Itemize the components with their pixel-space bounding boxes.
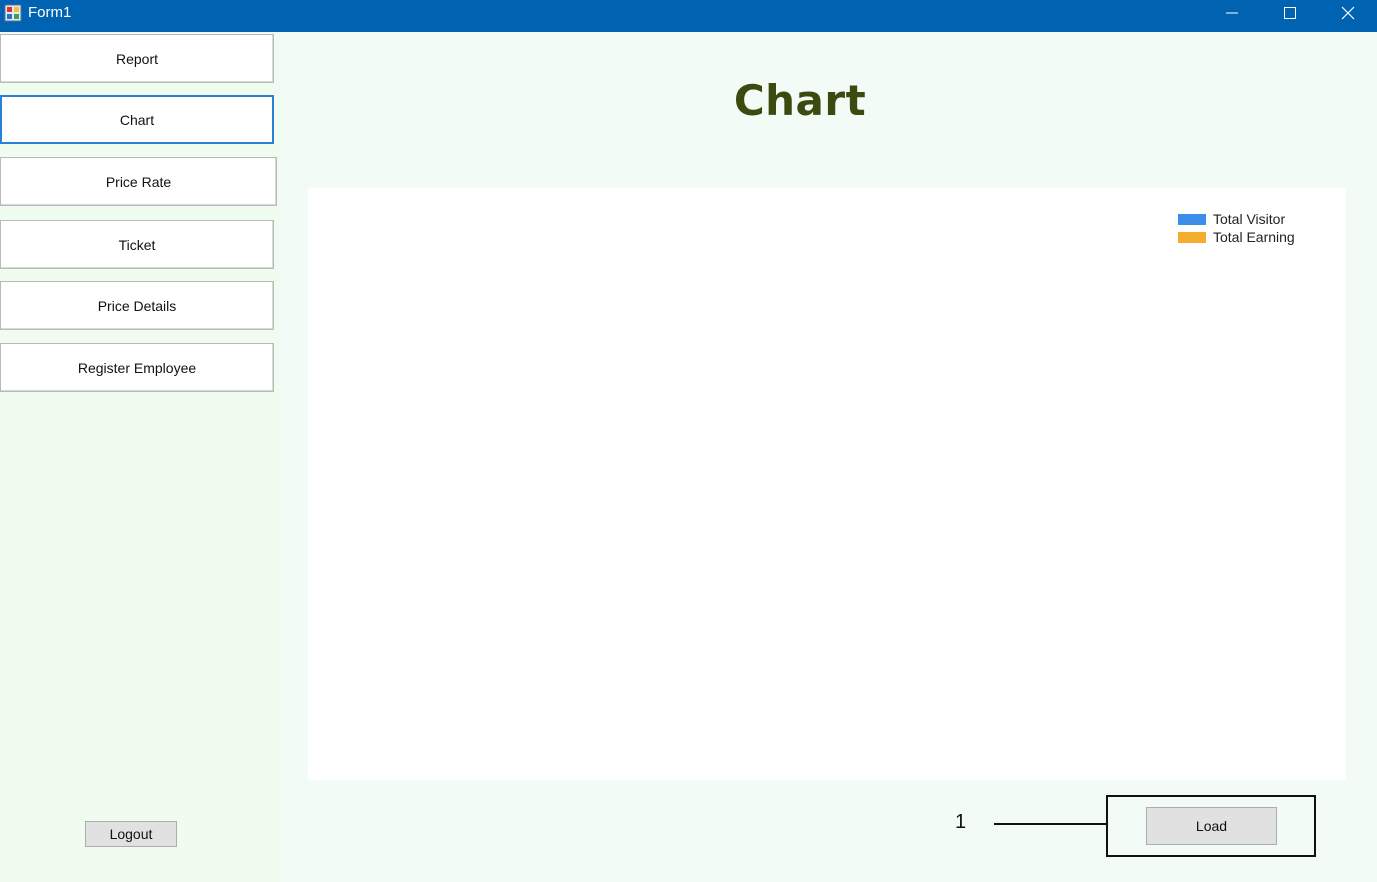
sidebar-item-price-rate[interactable]: Price Rate <box>0 157 277 206</box>
app-icon <box>4 4 22 22</box>
sidebar-item-chart[interactable]: Chart <box>0 95 274 144</box>
sidebar-item-ticket[interactable]: Ticket <box>0 220 274 269</box>
callout-line <box>994 823 1106 825</box>
sidebar-item-report[interactable]: Report <box>0 34 274 83</box>
close-button[interactable] <box>1319 0 1377 26</box>
minimize-icon <box>1226 12 1238 14</box>
legend-swatch-total-earning <box>1178 231 1206 243</box>
maximize-icon <box>1284 7 1296 19</box>
legend-swatch-total-visitor <box>1178 213 1206 225</box>
main-panel: Chart Total Visitor Total Earning 1 Load <box>280 32 1377 882</box>
sidebar-item-price-details[interactable]: Price Details <box>0 281 274 330</box>
title-bar: Form1 <box>0 0 1377 32</box>
maximize-button[interactable] <box>1261 0 1319 26</box>
load-button[interactable]: Load <box>1146 807 1277 845</box>
page-title: Chart <box>733 76 867 125</box>
sidebar-item-register-employee[interactable]: Register Employee <box>0 343 274 392</box>
logout-button[interactable]: Logout <box>85 821 177 847</box>
legend-item-total-visitor: Total Visitor <box>1178 210 1295 228</box>
chart-legend: Total Visitor Total Earning <box>1178 210 1295 246</box>
sidebar: Report Chart Price Rate Ticket Price Det… <box>0 32 280 882</box>
close-icon <box>1341 6 1355 20</box>
chart-area: Total Visitor Total Earning <box>308 188 1346 780</box>
legend-item-total-earning: Total Earning <box>1178 228 1295 246</box>
callout-number: 1 <box>955 811 967 833</box>
legend-label-total-earning: Total Earning <box>1213 229 1295 245</box>
legend-label-total-visitor: Total Visitor <box>1213 211 1286 227</box>
window-title: Form1 <box>28 4 72 21</box>
minimize-button[interactable] <box>1203 0 1261 26</box>
